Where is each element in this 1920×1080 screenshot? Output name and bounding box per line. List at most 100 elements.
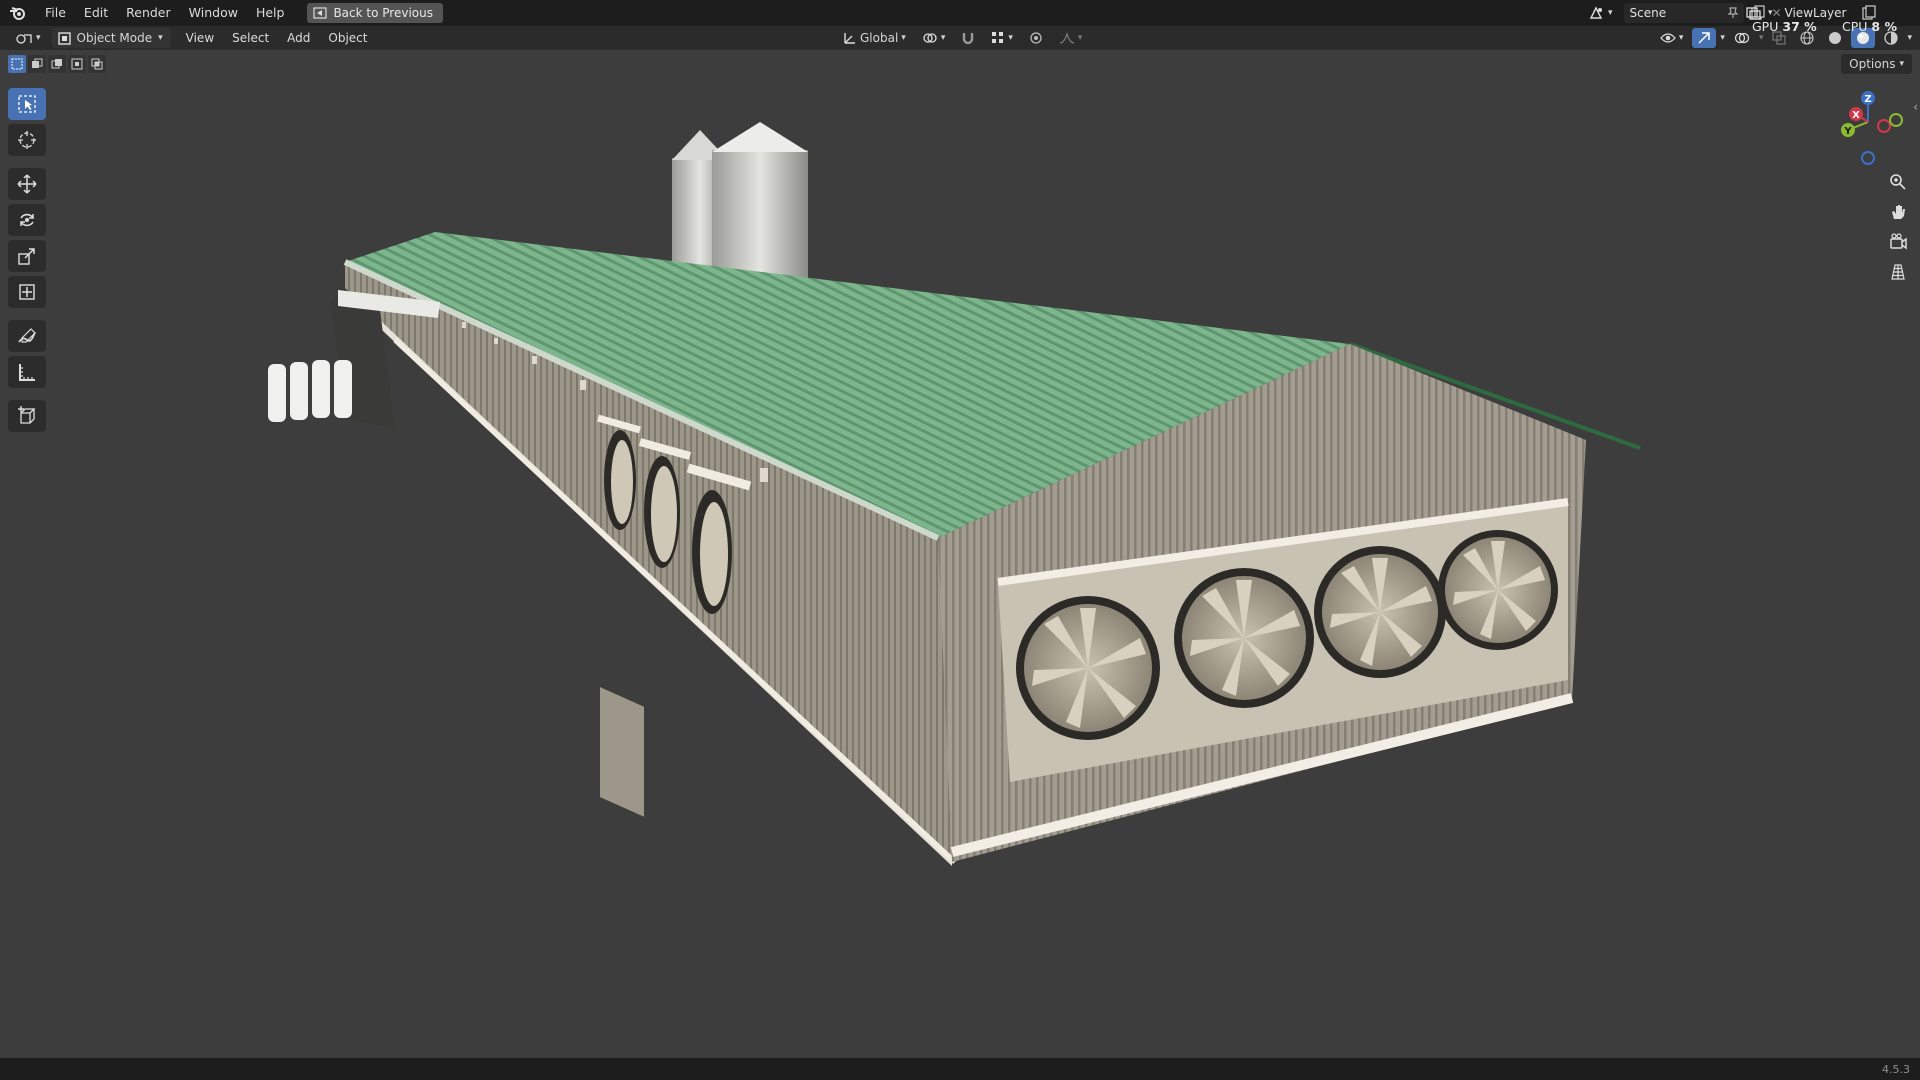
viewlayer-name: ViewLayer — [1784, 6, 1847, 20]
falloff-curve-icon — [1059, 31, 1074, 44]
gizmo-neg-y[interactable] — [1889, 113, 1903, 127]
version-label: 4.5.3 — [1882, 1063, 1910, 1076]
snap-grid-icon — [992, 32, 1004, 43]
falloff-dropdown[interactable]: ▾ — [1054, 28, 1088, 48]
blender-logo-icon[interactable] — [0, 0, 36, 26]
gizmo-neg-x[interactable] — [1877, 119, 1891, 133]
sidebar-toggle-icon[interactable]: ‹ — [1913, 100, 1918, 114]
transform-tools: Global ▾ ▾ ▾ ▾ — [838, 26, 1087, 50]
proportional-edit-toggle[interactable] — [1024, 28, 1048, 48]
tool-add-cube[interactable] — [8, 400, 46, 432]
select-intersect-icon — [91, 58, 103, 70]
select-invert-mode[interactable] — [68, 55, 86, 73]
gizmo-dropdown[interactable]: ▾ — [1720, 33, 1725, 43]
select-new-mode[interactable] — [8, 55, 26, 73]
gizmo-x-label: X — [1852, 110, 1860, 121]
gpu-stat: GPU 37 % — [1752, 19, 1817, 34]
gpu-label: GPU — [1752, 19, 1779, 34]
overlays-dropdown[interactable]: ▾ — [1759, 33, 1764, 43]
gpu-value: 37 % — [1782, 19, 1817, 34]
snap-target-dropdown[interactable]: ▾ — [986, 28, 1018, 48]
tool-select-box[interactable] — [8, 88, 46, 120]
menu-window[interactable]: Window — [180, 0, 247, 26]
editor-type-button[interactable]: ▾ — [10, 28, 46, 48]
pin-icon — [1727, 7, 1738, 18]
orientation-icon — [844, 33, 855, 44]
scene-name: Scene — [1629, 6, 1667, 20]
3d-viewport-icon — [16, 34, 32, 44]
orientation-dropdown[interactable]: Global ▾ — [838, 28, 911, 48]
add-cube-icon — [18, 406, 36, 424]
measure-icon — [19, 364, 35, 381]
gizmo-toggle[interactable] — [1692, 28, 1717, 48]
header-menu-add[interactable]: Add — [278, 26, 319, 50]
move-icon — [17, 174, 37, 194]
zoom-icon — [1890, 174, 1906, 190]
3d-viewport[interactable] — [0, 50, 1920, 1058]
camera-view-button[interactable] — [1884, 228, 1912, 256]
select-extend-icon — [32, 58, 43, 68]
scene-name-field[interactable]: Scene — [1623, 3, 1744, 23]
tool-shelf — [8, 88, 46, 432]
gizmo-neg-z[interactable] — [1861, 151, 1875, 165]
viewlayer-icon[interactable] — [1746, 6, 1762, 20]
cpu-label: CPU — [1842, 19, 1868, 34]
overlays-icon — [1734, 32, 1750, 44]
object-mode-label: Object Mode — [76, 31, 153, 45]
menu-edit[interactable]: Edit — [75, 0, 117, 26]
header-menu-view[interactable]: View — [177, 26, 223, 50]
solid-sphere-icon — [1829, 32, 1842, 44]
gizmo-y-label: Y — [1843, 126, 1852, 137]
tool-measure[interactable] — [8, 356, 46, 388]
status-bar: 4.5.3 — [0, 1058, 1920, 1080]
pivot-icon — [923, 33, 937, 43]
tool-transform[interactable] — [8, 276, 46, 308]
tool-cursor[interactable] — [8, 124, 46, 156]
gizmo-z-label: Z — [1864, 94, 1871, 105]
select-subtract-icon — [51, 59, 62, 69]
shading-dropdown[interactable]: ▾ — [1907, 33, 1912, 43]
grid-icon — [1891, 264, 1905, 280]
select-intersect-mode[interactable] — [88, 55, 106, 73]
scene-render — [268, 122, 1641, 866]
back-to-previous-label: Back to Previous — [333, 6, 433, 20]
tool-move[interactable] — [8, 168, 46, 200]
header-menu-select[interactable]: Select — [223, 26, 278, 50]
chevron-down-icon: ▾ — [158, 33, 163, 43]
transform-icon — [19, 284, 35, 300]
select-subtract-mode[interactable] — [48, 55, 66, 73]
navigation-gizmo[interactable]: Z Y X — [1818, 84, 1904, 170]
selection-modes — [8, 55, 106, 73]
options-label: Options — [1849, 57, 1896, 71]
hand-icon — [1892, 205, 1905, 219]
camera-icon — [1890, 233, 1907, 250]
menu-render[interactable]: Render — [117, 0, 180, 26]
gizmo-icon — [1698, 32, 1711, 44]
snap-toggle[interactable] — [956, 28, 980, 48]
object-mode-dropdown[interactable]: Object Mode ▾ — [51, 28, 171, 48]
visibility-dropdown[interactable]: ▾ — [1655, 28, 1689, 48]
pan-button[interactable] — [1884, 198, 1912, 226]
silos — [672, 122, 808, 278]
tool-rotate[interactable] — [8, 204, 46, 236]
zoom-button[interactable] — [1884, 168, 1912, 196]
annotate-icon — [18, 328, 36, 343]
scene-type-button[interactable]: ▾ — [1584, 3, 1618, 23]
tool-scale[interactable] — [8, 240, 46, 272]
menu-file[interactable]: File — [36, 0, 75, 26]
object-mode-icon — [57, 31, 71, 45]
proportional-edit-icon — [1030, 32, 1042, 44]
tool-annotate[interactable] — [8, 320, 46, 352]
select-new-icon — [11, 58, 23, 70]
header-menu-object[interactable]: Object — [319, 26, 376, 50]
perspective-toggle-button[interactable] — [1884, 258, 1912, 286]
magnet-icon — [963, 33, 974, 45]
select-extend-mode[interactable] — [28, 55, 46, 73]
chevron-down-icon: ▾ — [1899, 59, 1904, 69]
cpu-stat: CPU 8 % — [1842, 19, 1897, 34]
orientation-label: Global — [860, 31, 899, 45]
options-dropdown[interactable]: Options ▾ — [1841, 54, 1912, 74]
back-to-previous-button[interactable]: Back to Previous — [307, 3, 443, 23]
pivot-dropdown[interactable]: ▾ — [917, 28, 951, 48]
menu-help[interactable]: Help — [247, 0, 294, 26]
